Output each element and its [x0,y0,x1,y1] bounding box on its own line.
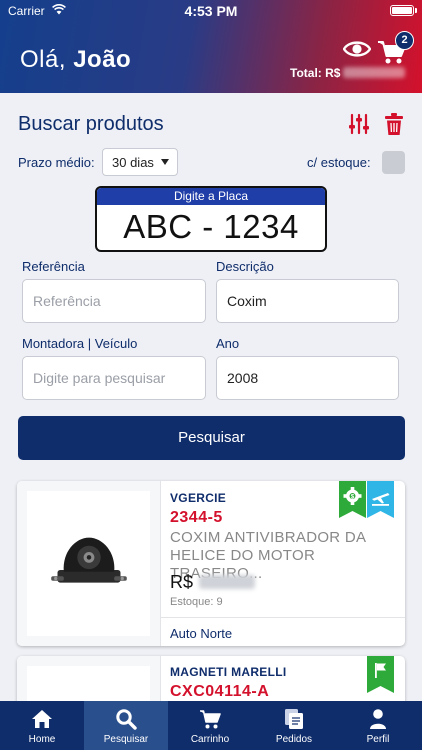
product-image [27,491,150,636]
search-panel: Buscar produtos Prazo médio: 30 dias c/ … [0,93,422,473]
plate-label: Digite a Placa [97,188,325,205]
descricao-label: Descrição [216,259,274,274]
engine-mount-image [51,537,127,583]
prazo-label: Prazo médio: [18,155,95,170]
tab-label: Home [28,734,56,745]
ano-input[interactable] [216,356,399,400]
prazo-value: 30 dias [112,155,154,170]
total-value-hidden [343,67,405,78]
user-name: João [73,46,132,73]
profile-icon [370,709,386,729]
status-time: 4:53 PM [184,3,238,19]
home-icon [32,710,52,728]
product-image-area [17,481,161,646]
cart-icon [200,710,221,729]
app-header: Carrier 4:53 PM Olá, João 2 Total: R$ [0,0,422,93]
store-divider [161,617,405,618]
tab-home[interactable]: Home [0,701,84,750]
trash-icon[interactable] [384,112,404,136]
product-code: 2344-5 [170,509,223,526]
orders-icon [285,709,303,729]
montadora-input[interactable] [22,356,206,400]
plane-badge-icon [367,481,394,518]
tab-label: Pedidos [275,734,313,745]
prazo-select[interactable]: 30 dias [102,148,178,176]
flag-badge-icon [367,656,394,693]
montadora-label: Montadora | Veículo [22,336,138,351]
referencia-input[interactable] [22,279,206,323]
greeting: Olá, João [20,46,131,74]
tab-perfil[interactable]: Perfil [336,701,420,750]
tab-carrinho[interactable]: Carrinho [168,701,252,750]
referencia-label: Referência [22,259,85,274]
filter-sliders-icon[interactable] [348,113,370,135]
license-plate-input[interactable]: Digite a Placa ABC - 1234 [95,186,327,252]
section-title: Buscar produtos [18,113,164,135]
tab-pesquisar[interactable]: Pesquisar [84,701,168,750]
product-store: Auto Norte [170,626,233,641]
bottom-tab-bar: Home Pesquisar Carrinho Pedidos Perfil [0,701,422,750]
ano-label: Ano [216,336,240,351]
descricao-input[interactable] [216,279,399,323]
plate-value: ABC - 1234 [123,208,299,245]
product-brand: MAGNETI MARELLI [170,665,287,679]
cart-count-badge: 2 [395,31,414,50]
total-label: Total: R$ [290,66,341,80]
description-line-1: COXIM ANTIVIBRADOR DA [170,529,367,546]
caret-down-icon [161,159,169,165]
tab-label: Carrinho [190,734,230,745]
product-card[interactable]: $ VGERCIE 2344-5 COXIM ANTIVIBRADOR DA H… [17,481,405,646]
product-brand: VGERCIE [170,491,227,505]
estoque-label: c/ estoque: [307,155,371,170]
product-stock: Estoque: 9 [170,596,223,608]
search-icon [116,709,137,730]
status-bar: Carrier 4:53 PM [0,0,422,22]
tab-label: Pesquisar [103,734,149,745]
battery-icon [390,5,414,16]
gear-badge-icon: $ [339,481,366,518]
product-price-label: R$ [170,572,194,592]
tab-pedidos[interactable]: Pedidos [252,701,336,750]
estoque-checkbox[interactable] [382,151,405,174]
battery-tip [415,8,417,13]
search-button[interactable]: Pesquisar [18,416,405,460]
product-price-hidden [199,575,255,589]
product-code: CXC04114-A [170,683,270,700]
tab-label: Perfil [366,734,390,745]
eye-icon[interactable] [343,39,371,59]
greeting-prefix: Olá, [20,46,67,73]
